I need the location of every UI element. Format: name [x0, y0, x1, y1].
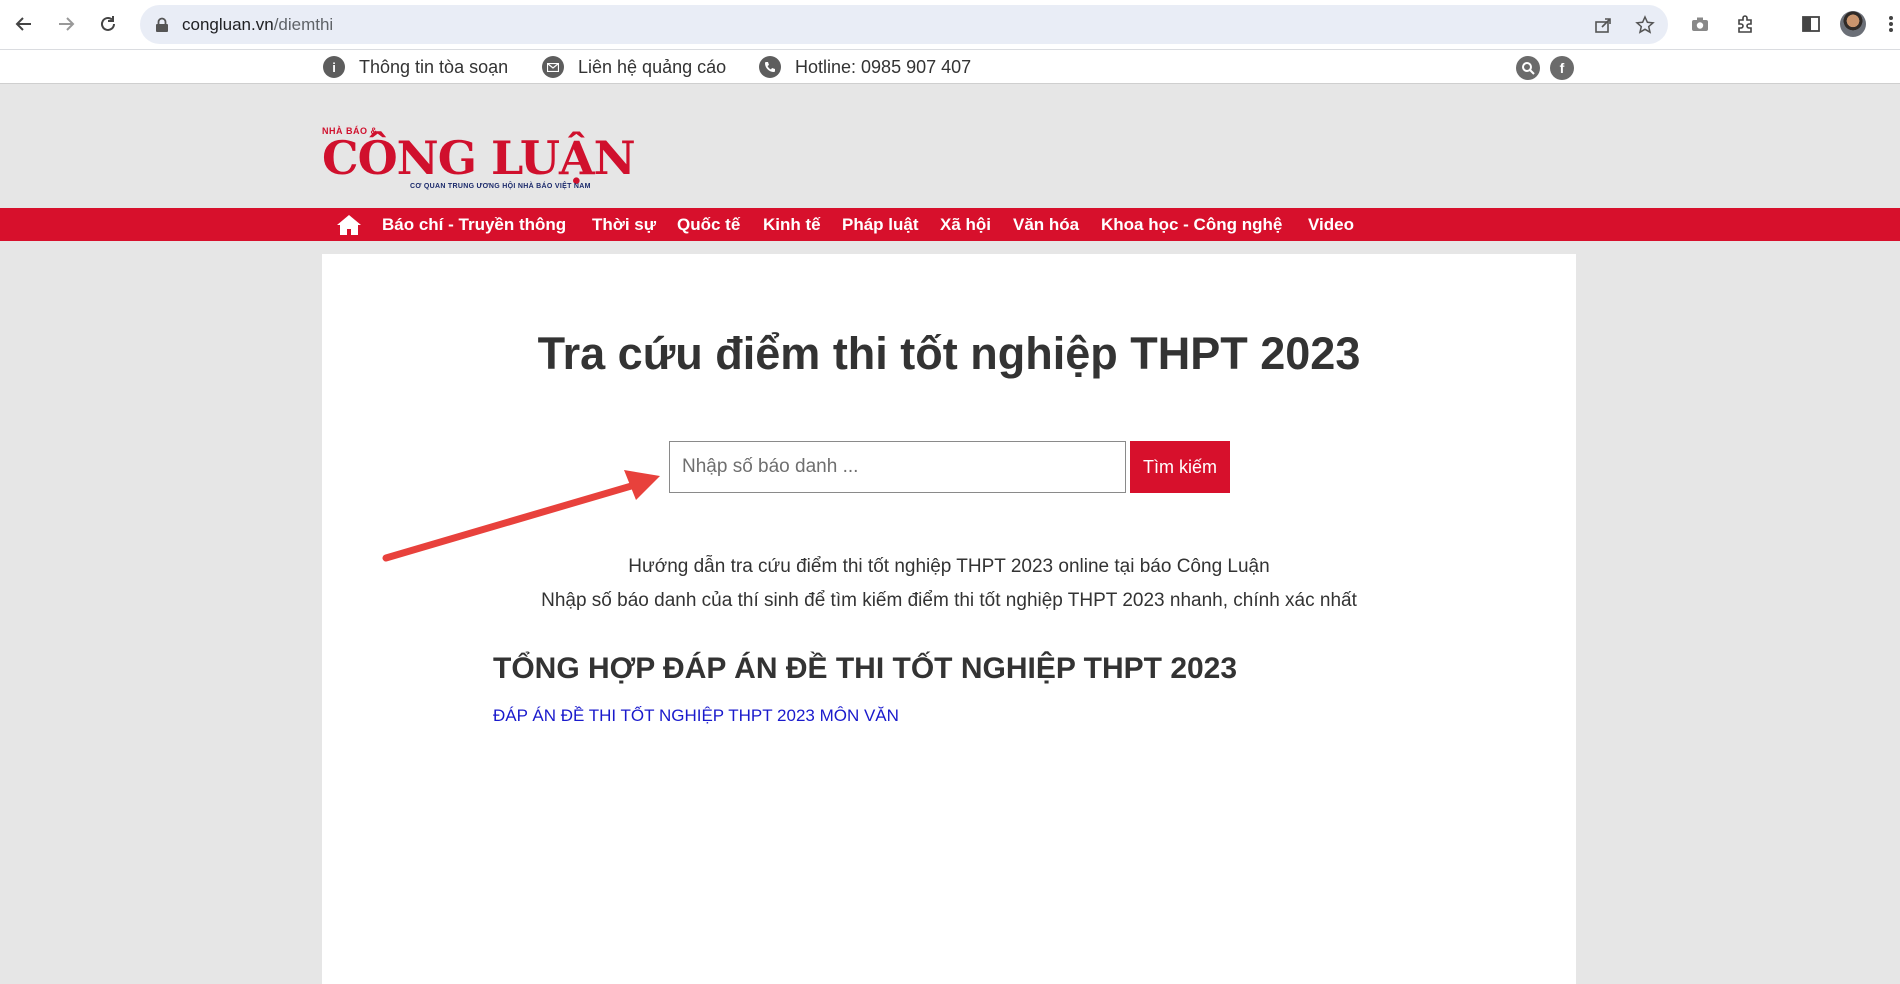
info-icon: i	[323, 56, 345, 78]
logo-name: CÔNG LUẬN	[322, 131, 636, 185]
logo-tagline: CƠ QUAN TRUNG ƯƠNG HỘI NHÀ BÁO VIỆT NAM	[410, 183, 591, 190]
nav-item-kinh-te[interactable]: Kinh tế	[763, 215, 821, 235]
nav-item-thoi-su[interactable]: Thời sự	[592, 215, 656, 235]
search-button[interactable]: Tìm kiếm	[1130, 441, 1230, 493]
camera-icon[interactable]	[1688, 12, 1712, 36]
url-text: congluan.vn/diemthi	[182, 15, 334, 34]
advertising-contact-label: Liên hệ quảng cáo	[578, 56, 727, 77]
extensions-icon[interactable]	[1733, 12, 1757, 36]
nav-item-xa-hoi[interactable]: Xã hội	[940, 215, 991, 235]
candidate-number-input[interactable]	[669, 441, 1126, 493]
guide-text-1: Hướng dẫn tra cứu điểm thi tốt nghiệp TH…	[628, 556, 1270, 577]
newsroom-info-link[interactable]: i Thông tin tòa soạn	[323, 56, 508, 78]
main-navigation: Báo chí - Truyền thông Thời sự Quốc tế K…	[0, 208, 1900, 241]
nav-item-khoa-hoc[interactable]: Khoa học - Công nghệ	[1101, 215, 1282, 235]
nav-item-bao-chi[interactable]: Báo chí - Truyền thông	[382, 215, 566, 235]
advertising-contact-link[interactable]: Liên hệ quảng cáo	[542, 56, 726, 78]
hotline-link[interactable]: Hotline: 0985 907 407	[759, 56, 971, 78]
menu-dots-icon[interactable]	[1884, 12, 1898, 36]
mail-icon	[542, 56, 564, 78]
address-bar[interactable]: congluan.vn/diemthi	[140, 5, 1668, 44]
section-title: TỔNG HỢP ĐÁP ÁN ĐỀ THI TỐT NGHIỆP THPT 2…	[493, 652, 1238, 685]
guide-text-2: Nhập số báo danh của thí sinh để tìm kiế…	[541, 590, 1357, 611]
forward-icon[interactable]	[53, 11, 79, 37]
hotline-label: Hotline: 0985 907 407	[795, 56, 972, 77]
side-panel-icon[interactable]	[1799, 12, 1823, 36]
browser-toolbar: congluan.vn/diemthi	[0, 0, 1900, 50]
newsroom-info-label: Thông tin tòa soạn	[359, 56, 509, 77]
bookmark-star-icon[interactable]	[1634, 14, 1656, 36]
phone-icon	[759, 56, 781, 78]
nav-item-video[interactable]: Video	[1308, 215, 1354, 235]
share-icon[interactable]	[1592, 14, 1614, 36]
site-logo[interactable]: NHÀ BÁO & CÔNG LUẬN CƠ QUAN TRUNG ƯƠNG H…	[322, 126, 662, 192]
page-title: Tra cứu điểm thi tốt nghiệp THPT 2023	[537, 328, 1361, 379]
home-icon[interactable]	[336, 214, 362, 236]
lock-icon[interactable]	[151, 14, 173, 36]
profile-avatar[interactable]	[1840, 11, 1866, 37]
reload-icon[interactable]	[95, 11, 121, 37]
back-icon[interactable]	[11, 11, 37, 37]
nav-item-van-hoa[interactable]: Văn hóa	[1013, 215, 1079, 235]
literature-answer-link[interactable]: ĐÁP ÁN ĐỀ THI TỐT NGHIỆP THPT 2023 MÔN V…	[493, 706, 899, 726]
main-content: Tra cứu điểm thi tốt nghiệp THPT 2023 Tì…	[322, 254, 1576, 984]
facebook-icon[interactable]: f	[1550, 56, 1574, 80]
top-info-bar: i Thông tin tòa soạn Liên hệ quảng cáo H…	[0, 50, 1900, 84]
nav-item-quoc-te[interactable]: Quốc tế	[677, 215, 740, 235]
nav-item-phap-luat[interactable]: Pháp luật	[842, 215, 919, 235]
search-icon[interactable]	[1516, 56, 1540, 80]
